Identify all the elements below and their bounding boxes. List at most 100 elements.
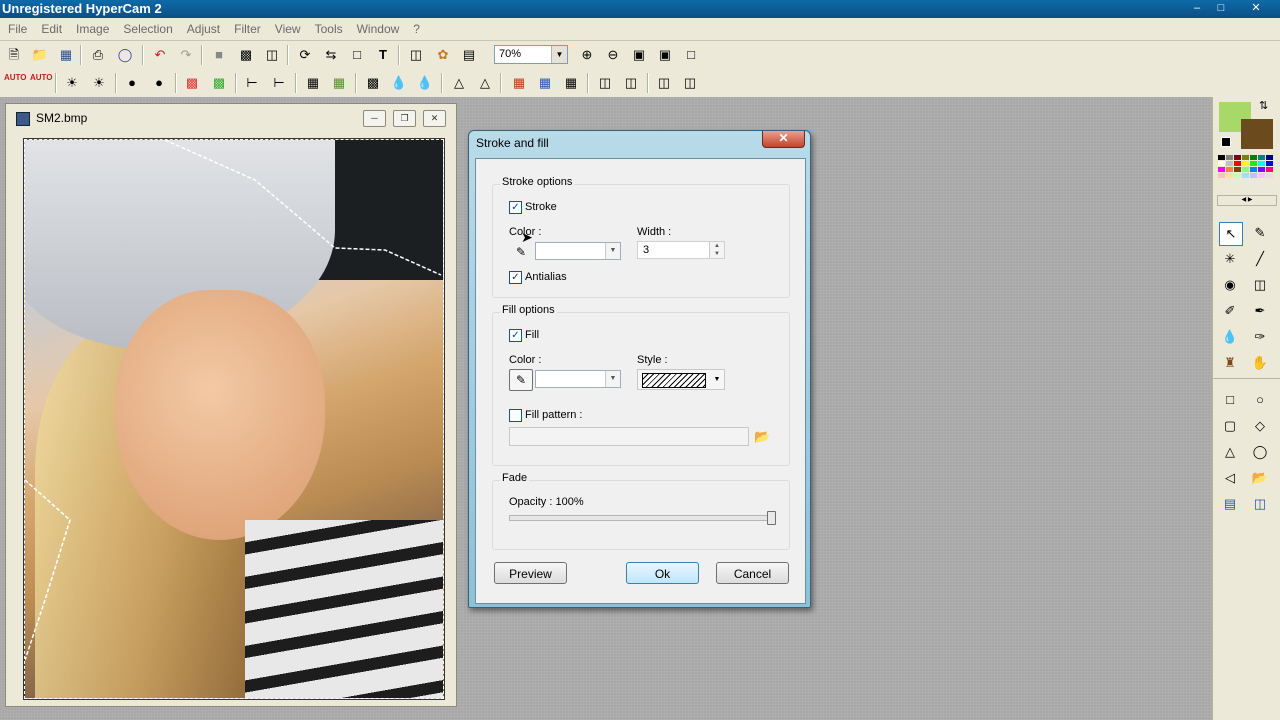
brush-icon[interactable]: ✐ xyxy=(1219,300,1241,322)
smudge-icon[interactable]: ✑ xyxy=(1249,326,1271,348)
antialias-checkbox[interactable]: ✓ xyxy=(509,271,522,284)
menu-image[interactable]: Image xyxy=(69,18,116,40)
fill-pattern-checkbox[interactable] xyxy=(509,409,522,422)
fill-bucket-icon[interactable]: ◉ xyxy=(1219,274,1241,296)
airbrush-icon[interactable]: ✒ xyxy=(1249,300,1271,322)
menu-view[interactable]: View xyxy=(268,18,308,40)
pointer-tool-icon[interactable]: ↖ xyxy=(1219,222,1243,246)
color-swatch[interactable] xyxy=(1250,161,1257,166)
color-swatch[interactable] xyxy=(1226,161,1233,166)
horizontal-text-icon[interactable]: ▤ xyxy=(1219,493,1241,515)
image-window-close-button[interactable]: ✕ xyxy=(423,110,446,127)
menu-help[interactable]: ? xyxy=(406,18,427,40)
chevron-down-icon[interactable]: ▼ xyxy=(551,46,567,63)
background-color-swatch[interactable] xyxy=(1241,119,1273,149)
rotate-icon[interactable]: ⟳ xyxy=(295,45,315,65)
text-icon[interactable]: T xyxy=(373,45,393,65)
diamond-tool-icon[interactable]: ◇ xyxy=(1249,415,1271,437)
rectangle-tool-icon[interactable]: □ xyxy=(1219,389,1241,411)
color-swatch[interactable] xyxy=(1234,155,1241,160)
maximize-button[interactable]: □ xyxy=(1210,1,1232,16)
resize-icon[interactable]: ▩ xyxy=(236,45,256,65)
undo-icon[interactable]: ↶ xyxy=(150,45,170,65)
color-swatch[interactable] xyxy=(1258,173,1265,178)
stroke-and-fill-dialog[interactable]: Stroke and fill ✕ Stroke options ✓ Strok… xyxy=(468,130,811,608)
gamma-up-icon[interactable]: ● xyxy=(149,73,169,93)
zoom-in-icon[interactable]: ⊕ xyxy=(577,45,597,65)
menu-window[interactable]: Window xyxy=(350,18,407,40)
opacity-slider-thumb[interactable] xyxy=(767,511,776,525)
print-icon[interactable]: ⎙ xyxy=(88,45,108,65)
minimize-button[interactable]: ‒ xyxy=(1186,1,1208,16)
image-window-minimize-button[interactable]: ─ xyxy=(363,110,386,127)
preview-button[interactable]: Preview xyxy=(494,562,567,584)
saturation-up-icon[interactable]: ▩ xyxy=(209,73,229,93)
clone-stamp-icon[interactable]: ◫ xyxy=(1249,274,1271,296)
cancel-button[interactable]: Cancel xyxy=(716,562,789,584)
close-button[interactable]: ✕ xyxy=(1245,1,1267,16)
color-swatch[interactable] xyxy=(1242,155,1249,160)
color-swatch[interactable] xyxy=(1218,155,1225,160)
copy-icon[interactable]: ◫ xyxy=(654,73,674,93)
lasso-tool-icon[interactable]: ◯ xyxy=(1249,441,1271,463)
drop-fill-icon[interactable]: 💧 xyxy=(415,73,435,93)
color-swatch[interactable] xyxy=(1218,173,1225,178)
color-swatch[interactable] xyxy=(1250,173,1257,178)
menu-edit[interactable]: Edit xyxy=(34,18,69,40)
zoom-combo[interactable]: 70% ▼ xyxy=(494,45,568,64)
brightness-icon[interactable]: ☀ xyxy=(62,73,82,93)
contrast-icon[interactable]: ☀ xyxy=(89,73,109,93)
color-swatch[interactable] xyxy=(1226,173,1233,178)
layer-icon[interactable]: ◫ xyxy=(595,73,615,93)
scan-icon[interactable]: ◯ xyxy=(115,45,135,65)
swatch-scroll-arrows-icon[interactable]: ◀ ▶ xyxy=(1217,195,1277,206)
triangle-fill-icon[interactable]: △ xyxy=(475,73,495,93)
color-swatch[interactable] xyxy=(1226,155,1233,160)
color-swatch[interactable] xyxy=(1266,167,1273,172)
line-tool-icon[interactable]: ╱ xyxy=(1249,248,1271,270)
color-swatch[interactable] xyxy=(1258,161,1265,166)
auto-contrast-icon[interactable]: AUTO xyxy=(30,73,53,93)
fit-window-icon[interactable]: ▣ xyxy=(629,45,649,65)
color-swatch[interactable] xyxy=(1218,161,1225,166)
image-canvas[interactable] xyxy=(23,138,445,700)
fill-pattern-path-field[interactable] xyxy=(509,427,749,446)
histogram-icon[interactable]: ▦ xyxy=(561,73,581,93)
effect-icon[interactable]: ✿ xyxy=(433,45,453,65)
color-swatch[interactable] xyxy=(1218,167,1225,172)
saturation-down-icon[interactable]: ▩ xyxy=(182,73,202,93)
stamp-icon[interactable]: ♜ xyxy=(1219,352,1241,374)
color-swatch[interactable] xyxy=(1234,167,1241,172)
color-swatch[interactable] xyxy=(1234,161,1241,166)
image-window-caption[interactable]: SM2.bmp ─ ❐ ✕ xyxy=(6,104,456,132)
menu-selection[interactable]: Selection xyxy=(116,18,179,40)
dialog-close-button[interactable]: ✕ xyxy=(762,131,805,148)
merge-icon[interactable]: ◫ xyxy=(621,73,641,93)
rounded-rect-tool-icon[interactable]: ▢ xyxy=(1219,415,1241,437)
polygon-tool-icon[interactable]: ◁ xyxy=(1219,467,1241,489)
paste-icon[interactable]: ◫ xyxy=(680,73,700,93)
new-file-icon[interactable]: 🗎 xyxy=(4,45,24,65)
auto-level-icon[interactable]: AUTO xyxy=(4,73,27,93)
menu-tools[interactable]: Tools xyxy=(308,18,350,40)
chevron-down-icon[interactable]: ▼ xyxy=(710,370,724,389)
color-swatch[interactable] xyxy=(1250,155,1257,160)
color-swatch[interactable] xyxy=(1266,155,1273,160)
color-swatch[interactable] xyxy=(1250,167,1257,172)
hand-tool-icon[interactable]: ✋ xyxy=(1249,352,1271,374)
browse-folder-icon[interactable]: 📂 xyxy=(754,429,770,445)
spinner-arrows-icon[interactable]: ▲ ▼ xyxy=(709,242,724,258)
ellipse-tool-icon[interactable]: ○ xyxy=(1249,389,1271,411)
fill-color-combo[interactable]: ▼ xyxy=(535,370,621,388)
triangle-icon[interactable]: △ xyxy=(449,73,469,93)
color-swatch[interactable] xyxy=(1226,167,1233,172)
color-swatch[interactable] xyxy=(1242,167,1249,172)
open-folder-icon[interactable]: 📁 xyxy=(30,45,50,65)
menu-file[interactable]: File xyxy=(0,18,34,40)
fill-eyedropper-icon[interactable]: ✎ xyxy=(509,369,533,391)
width-spinner[interactable]: 3 ▲ ▼ xyxy=(637,241,725,259)
menu-filter[interactable]: Filter xyxy=(227,18,268,40)
mosaic-icon[interactable]: ▦ xyxy=(329,73,349,93)
cube-icon[interactable]: ▩ xyxy=(363,73,383,93)
image-window[interactable]: SM2.bmp ─ ❐ ✕ xyxy=(5,103,457,707)
